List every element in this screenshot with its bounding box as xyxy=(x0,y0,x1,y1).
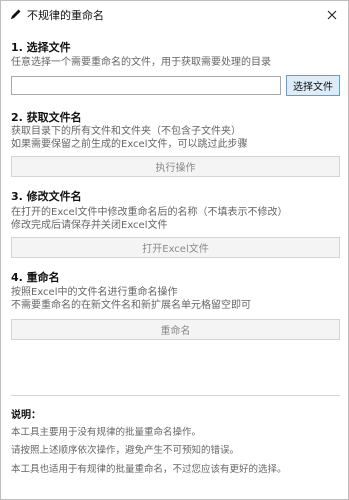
execute-button[interactable]: 执行操作 xyxy=(11,156,340,177)
rename-button[interactable]: 重命名 xyxy=(11,319,340,340)
step3-title: 3. 修改文件名 xyxy=(11,190,82,203)
window-title: 不规律的重命名 xyxy=(27,9,104,22)
step2-desc-line1: 获取目录下的所有文件和文件夹（不包含子文件夹） xyxy=(11,126,241,137)
title-bar: 不规律的重命名 xyxy=(1,1,348,28)
app-window: 不规律的重命名 1. 选择文件 任意选择一个需要重命名的文件，用于获取需要处理的… xyxy=(0,0,349,500)
step4-desc-line2: 不需要重命名的在新文件名和新扩展名单元格留空即可 xyxy=(11,300,251,311)
note-line: 本工具也适用于有规律的批量重命名，不过您应该有更好的选择。 xyxy=(11,464,287,475)
step4-desc-line1: 按照Excel中的文件名进行重命名操作 xyxy=(11,287,178,298)
step1-title: 1. 选择文件 xyxy=(11,41,71,54)
step3-desc-line2: 修改完成后请保存并关闭Excel文件 xyxy=(11,220,168,231)
open-excel-button[interactable]: 打开Excel文件 xyxy=(11,237,340,258)
close-icon xyxy=(327,10,337,19)
close-button[interactable] xyxy=(316,1,348,28)
choose-file-button[interactable]: 选择文件 xyxy=(286,75,340,96)
notes-title: 说明： xyxy=(11,410,41,421)
step4-title: 4. 重命名 xyxy=(11,271,60,284)
directory-path-input[interactable] xyxy=(11,76,281,95)
step1-desc-line1: 任意选择一个需要重命名的文件，用于获取需要处理的目录 xyxy=(11,57,271,68)
pen-icon xyxy=(11,9,21,19)
step3-desc-line1: 在打开的Excel文件中修改重命名后的名称（不填表示不修改） xyxy=(11,207,288,218)
step2-desc-line2: 如果需要保留之前生成的Excel文件，可以跳过此步骤 xyxy=(11,139,248,150)
note-line: 请按照上述顺序依次操作，避免产生不可预知的错误。 xyxy=(11,445,240,456)
divider xyxy=(11,395,340,396)
note-line: 本工具主要用于没有规律的批量重命名操作。 xyxy=(11,427,202,438)
step2-title: 2. 获取文件名 xyxy=(11,111,82,124)
